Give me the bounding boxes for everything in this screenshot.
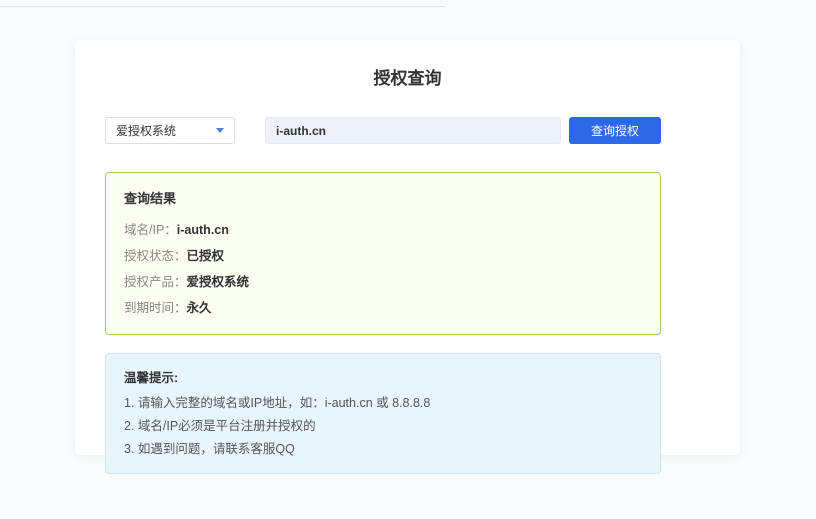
tips-item-2: 2. 域名/IP必须是平台注册并授权的 bbox=[124, 415, 642, 438]
result-label-status: 授权状态： bbox=[124, 249, 187, 263]
result-row-product: 授权产品：爱授权系统 bbox=[124, 269, 642, 295]
tips-item-1: 1. 请输入完整的域名或IP地址，如：i-auth.cn 或 8.8.8.8 bbox=[124, 392, 642, 415]
tips-panel: 温馨提示: 1. 请输入完整的域名或IP地址，如：i-auth.cn 或 8.8… bbox=[105, 353, 661, 474]
result-label-product: 授权产品： bbox=[124, 275, 187, 289]
system-select-value: 爱授权系统 bbox=[116, 122, 176, 139]
card-content: 爱授权系统 查询授权 查询结果 域名/IP：i-auth.cn 授权状态：已授权… bbox=[105, 117, 661, 474]
result-value-product: 爱授权系统 bbox=[187, 275, 250, 289]
tips-title: 温馨提示: bbox=[124, 367, 642, 386]
result-row-domain: 域名/IP：i-auth.cn bbox=[124, 217, 642, 243]
result-row-status: 授权状态：已授权 bbox=[124, 243, 642, 269]
query-result-panel: 查询结果 域名/IP：i-auth.cn 授权状态：已授权 授权产品：爱授权系统… bbox=[105, 172, 661, 335]
result-value-domain: i-auth.cn bbox=[177, 223, 229, 237]
query-auth-button[interactable]: 查询授权 bbox=[569, 117, 661, 144]
query-form-row: 爱授权系统 查询授权 bbox=[105, 117, 661, 144]
chevron-down-icon bbox=[216, 128, 224, 133]
system-select[interactable]: 爱授权系统 bbox=[105, 117, 235, 144]
result-title: 查询结果 bbox=[124, 188, 642, 207]
result-label-expiry: 到期时间： bbox=[124, 301, 187, 315]
domain-input[interactable] bbox=[265, 117, 561, 144]
result-label-domain: 域名/IP： bbox=[124, 223, 177, 237]
top-divider-line bbox=[0, 6, 445, 7]
result-value-status: 已授权 bbox=[187, 249, 225, 263]
auth-query-card: 授权查询 爱授权系统 查询授权 查询结果 域名/IP：i-auth.cn 授权状… bbox=[75, 40, 740, 455]
page-title: 授权查询 bbox=[105, 64, 710, 89]
result-row-expiry: 到期时间：永久 bbox=[124, 295, 642, 321]
tips-item-3: 3. 如遇到问题，请联系客服QQ bbox=[124, 438, 642, 461]
result-value-expiry: 永久 bbox=[187, 301, 212, 315]
